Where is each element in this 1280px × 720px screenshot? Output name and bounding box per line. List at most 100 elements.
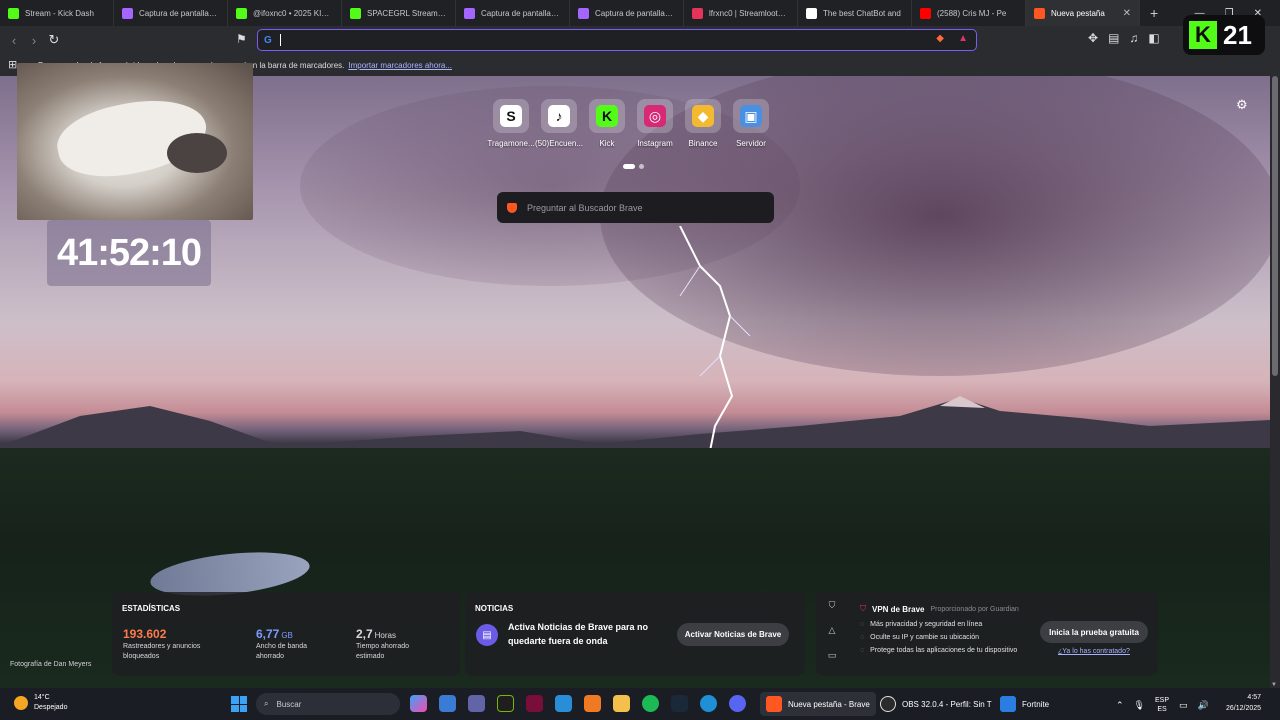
reload-icon[interactable]: ↻: [44, 32, 64, 48]
lang-bottom: ES: [1157, 706, 1167, 714]
tab-label: lfrxnc0 | Streamloots | U: [709, 8, 789, 18]
trackers-label-2: bloqueados: [123, 652, 160, 660]
taskbar-search[interactable]: ⌕ Buscar: [256, 693, 400, 715]
substack-icon: S: [500, 105, 522, 127]
nvidia-icon[interactable]: [497, 695, 514, 712]
vpn-feature-text: Oculte su IP y cambie su ubicación: [870, 634, 979, 641]
photo-credit[interactable]: Fotografía de Dan Meyers: [10, 661, 91, 668]
kick-icon: [8, 7, 19, 19]
address-bar[interactable]: G ◆ ▲: [257, 29, 977, 51]
browser-tab[interactable]: (2588) Cris MJ - Pe: [912, 0, 1026, 26]
brave-rewards-icon[interactable]: ▲: [958, 33, 968, 44]
cat-image-shadow: [167, 133, 227, 173]
spotify-icon[interactable]: [642, 695, 659, 712]
terminal-icon[interactable]: [526, 695, 543, 712]
app-icon[interactable]: [584, 695, 601, 712]
wallet-icon[interactable]: ▤: [1108, 31, 1119, 45]
shortcut-label: Instagram: [637, 139, 673, 148]
windows-start-icon[interactable]: [231, 696, 247, 712]
browser-tab[interactable]: Captura de pantalla pa: [456, 0, 570, 26]
teams-icon[interactable]: [468, 695, 485, 712]
browser-tab[interactable]: Stream - Kick Dash: [0, 0, 114, 26]
steam-icon[interactable]: [671, 695, 688, 712]
display-icon[interactable]: ▭: [1179, 700, 1188, 711]
start-trial-button[interactable]: Inicia la prueba gratuita: [1040, 621, 1148, 643]
tab-label: SPACEGRL Stream - Vi: [367, 8, 447, 18]
browser-tab[interactable]: SPACEGRL Stream - Vi: [342, 0, 456, 26]
microphone-icon[interactable]: 🎙: [1134, 700, 1145, 711]
back-icon[interactable]: ‹: [4, 33, 24, 48]
copilot-icon[interactable]: [410, 695, 427, 712]
tab-label: @ifoxnc0 • 2025 KICK V: [253, 8, 333, 18]
taskbar-window-label: OBS 32.0.4 - Perfil: Sin T: [902, 699, 992, 709]
weather-desc: Despejado: [34, 703, 68, 711]
scroll-thumb[interactable]: [1272, 76, 1278, 376]
bandwidth-label: Ancho de banda: [256, 643, 307, 651]
store-icon[interactable]: [439, 695, 456, 712]
shortcut-tile[interactable]: ◎ Instagram: [633, 99, 677, 148]
language-indicator[interactable]: ESP ES: [1155, 696, 1169, 714]
close-tab-icon[interactable]: ✕: [1123, 8, 1131, 19]
forward-icon[interactable]: ›: [24, 33, 44, 48]
stat-time: 2,7 Horas Tiempo ahorrado estimado: [356, 626, 409, 661]
vpn-shield-icon: ⛉: [860, 604, 866, 613]
taskbar-fortnite-window[interactable]: Fortnite: [994, 692, 1055, 716]
time-label-2: estimado: [356, 652, 385, 660]
customize-gear-icon[interactable]: ⚙: [1236, 97, 1248, 113]
weather-widget[interactable]: 14°C Despejado: [14, 693, 67, 713]
stat-trackers: 193.602 Rastreadores y anuncios bloquead…: [123, 626, 200, 661]
browser-tab[interactable]: Captura de pantalla pa: [570, 0, 684, 26]
shortcut-tile[interactable]: K Kick: [585, 99, 629, 148]
system-tray: ⌃ 🎙 ESP ES ▭ 🔊: [1116, 696, 1209, 714]
browser-tab[interactable]: @ifoxnc0 • 2025 KICK V: [228, 0, 342, 26]
taskbar-brave-window[interactable]: Nueva pestaña - Brave: [760, 692, 876, 716]
shortcut-tile[interactable]: ◆ Binance: [681, 99, 725, 148]
tab-label: Captura de pantalla pa: [139, 8, 219, 18]
extensions-icon[interactable]: ✥: [1088, 31, 1098, 45]
chatbot-icon: [806, 7, 817, 19]
page-scrollbar[interactable]: ▲ ▼: [1270, 76, 1280, 688]
clock-date: 26/12/2025: [1226, 704, 1262, 712]
enable-news-button[interactable]: Activar Noticias de Brave: [677, 623, 789, 646]
volume-icon[interactable]: 🔊: [1198, 700, 1209, 711]
trackers-label: Rastreadores y anuncios: [123, 643, 201, 651]
outlook-icon[interactable]: [555, 695, 572, 712]
vpn-tab-icon[interactable]: ⛉: [824, 600, 840, 611]
taskbar-obs-window[interactable]: OBS 32.0.4 - Perfil: Sin T: [874, 692, 998, 716]
bandwidth-unit: GB: [281, 631, 293, 640]
obs-icon: [880, 696, 896, 712]
brave-search-box[interactable]: Preguntar al Buscador Brave: [497, 192, 774, 223]
bookmark-icon[interactable]: ⚑: [236, 32, 247, 46]
sidebar-icon[interactable]: ◧: [1148, 31, 1159, 45]
already-subscribed-link[interactable]: ¿Ya lo has contratado?: [1058, 648, 1130, 655]
browser-tab[interactable]: lfrxnc0 | Streamloots | U: [684, 0, 798, 26]
vpn-title: VPN de Brave: [872, 604, 925, 614]
tab-label: Stream - Kick Dash: [25, 8, 94, 18]
toolbar-icons: ✥ ▤ ♫ ◧: [1088, 31, 1160, 45]
tiktok-icon: ♪: [548, 105, 570, 127]
vpn-feature: ◌ Oculte su IP y cambie su ubicación: [860, 634, 979, 641]
browser-tab[interactable]: Nueva pestaña ✕: [1026, 0, 1140, 26]
pager-dot-active[interactable]: [623, 164, 635, 169]
apps-grid-icon[interactable]: ⊞: [8, 58, 17, 71]
talk-tab-icon[interactable]: △: [824, 625, 840, 636]
import-bookmarks-link[interactable]: Importar marcadores ahora...: [348, 61, 452, 70]
tray-overflow-icon[interactable]: ⌃: [1116, 700, 1124, 711]
file-explorer-icon[interactable]: [613, 695, 630, 712]
time-label: Tiempo ahorrado: [356, 643, 410, 651]
taskbar-clock[interactable]: 4:57 26/12/2025: [1226, 693, 1261, 714]
browser-tab[interactable]: The best ChatBot and: [798, 0, 912, 26]
cards-tab-icon[interactable]: ▭: [824, 650, 840, 661]
edge-icon[interactable]: [700, 695, 717, 712]
brave-shields-icon[interactable]: ◆: [936, 33, 944, 44]
pager-dot[interactable]: [639, 164, 644, 169]
discord-icon[interactable]: [729, 695, 746, 712]
shortcut-tile[interactable]: S Tragamone...: [487, 99, 535, 148]
browser-tab[interactable]: Captura de pantalla pa: [114, 0, 228, 26]
new-tab-icon[interactable]: +: [1140, 5, 1168, 21]
feather-icon: [122, 7, 133, 19]
shortcut-tile[interactable]: ▣ Servidor: [729, 99, 773, 148]
shortcut-icon-frame: ♪: [541, 99, 577, 133]
media-icon[interactable]: ♫: [1129, 31, 1138, 45]
shortcut-tile[interactable]: ♪ (50)Encuen...: [535, 99, 583, 148]
